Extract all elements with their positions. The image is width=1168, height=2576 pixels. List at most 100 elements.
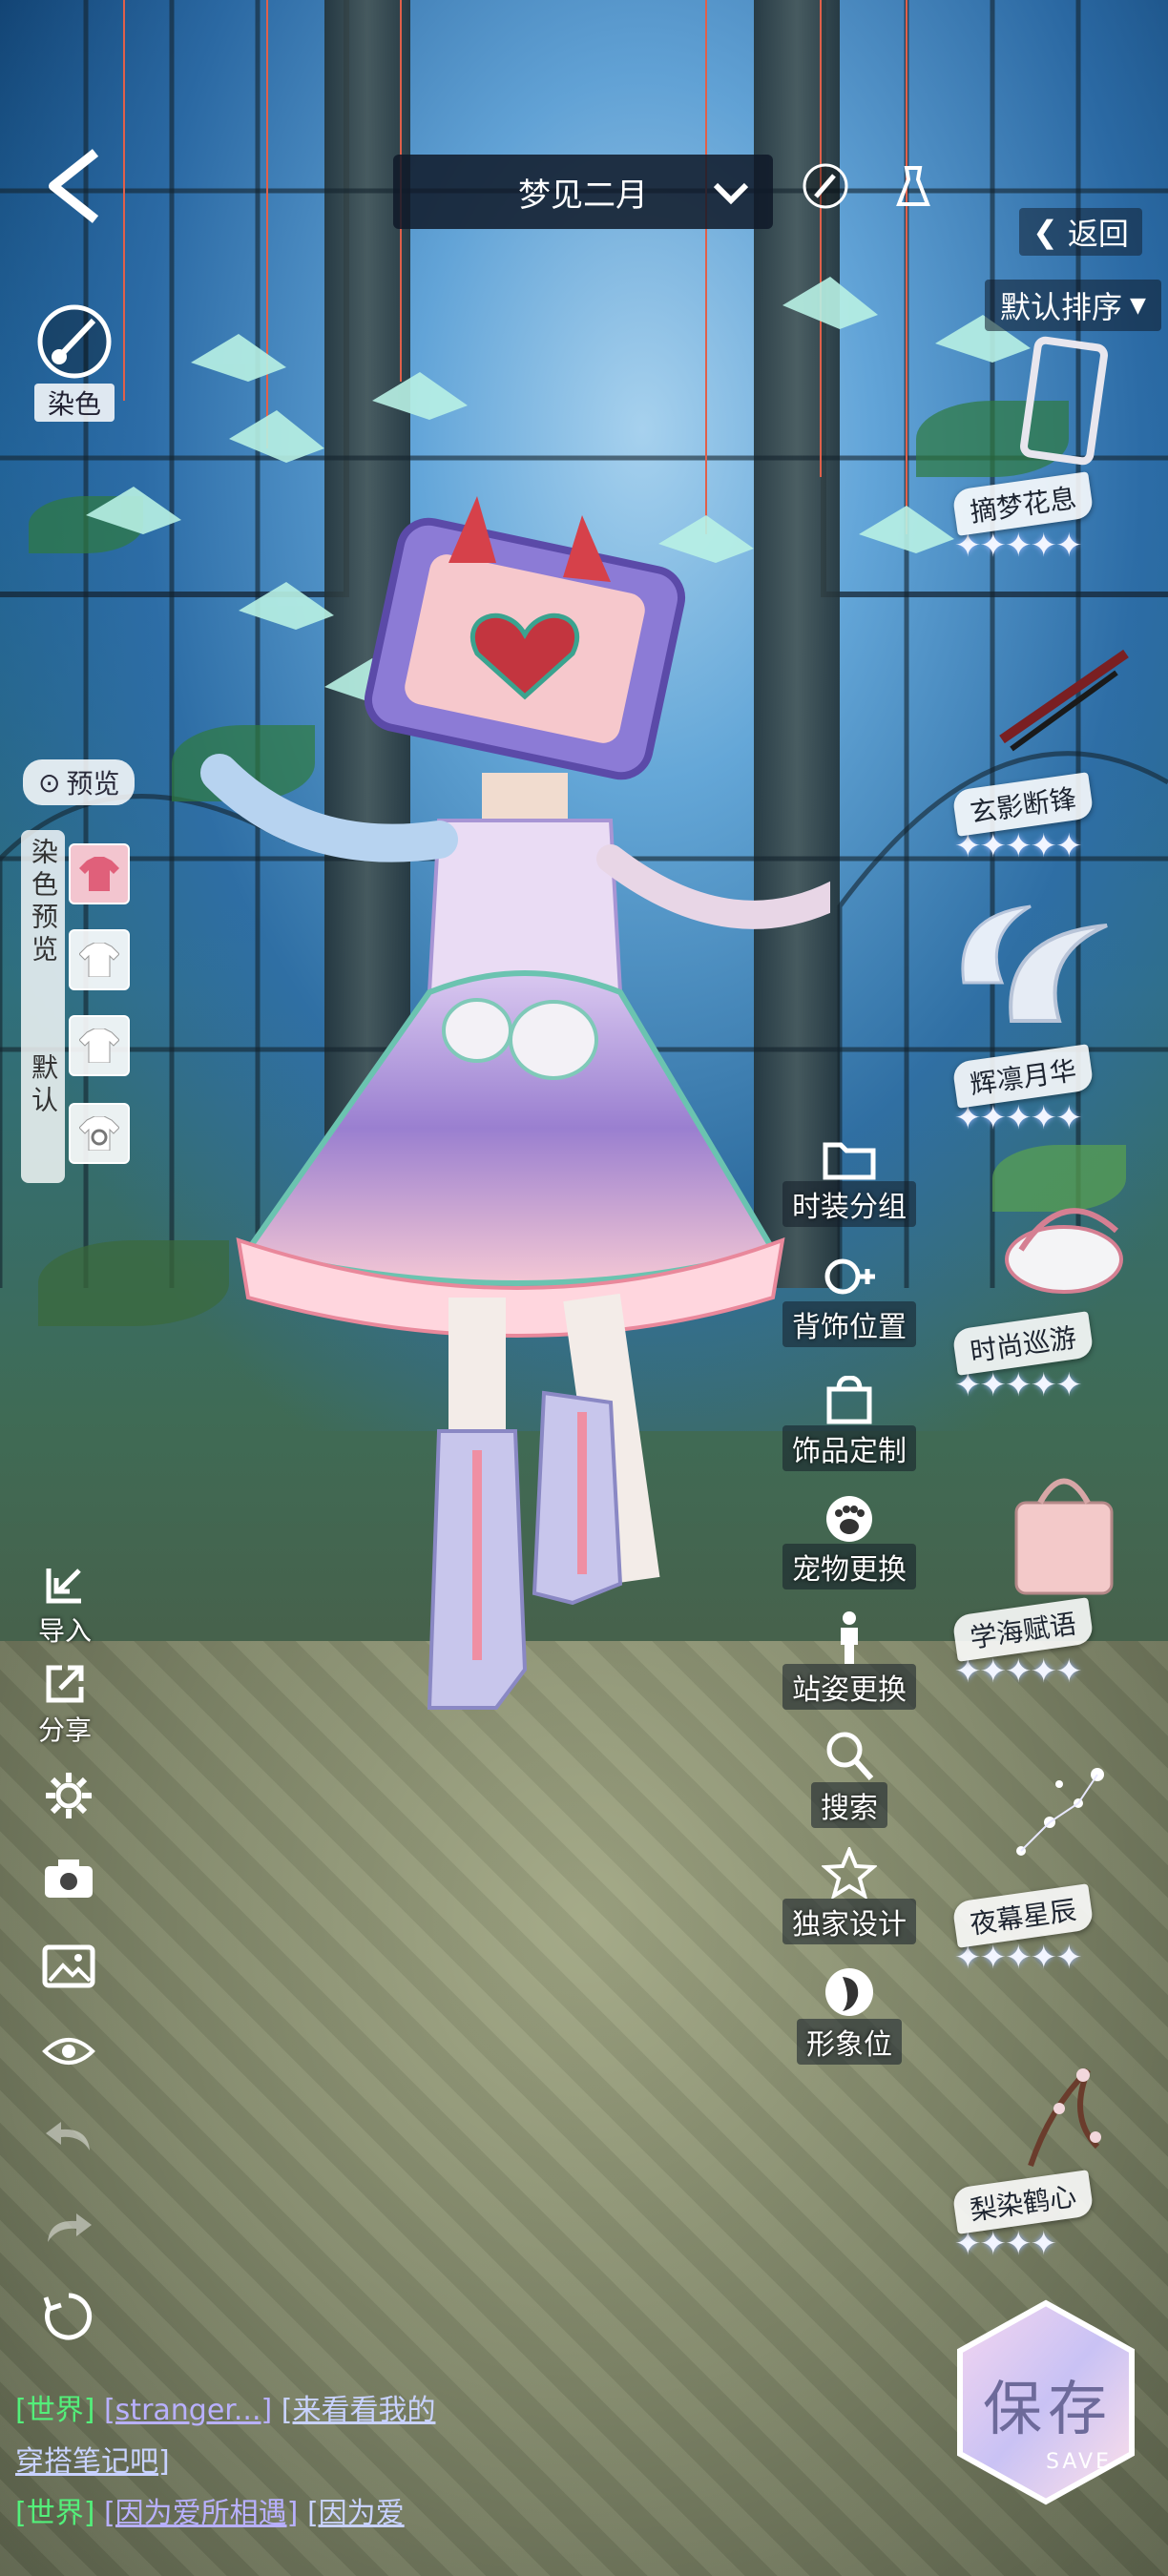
redo-icon xyxy=(48,2213,92,2242)
pencil-icon xyxy=(803,163,848,209)
item-card[interactable]: 辉凛月华 ✦✦✦✦✦ xyxy=(951,906,1155,1137)
menu-label: 时装分组 xyxy=(782,1181,916,1227)
shirt-icon xyxy=(79,943,119,977)
chat-message[interactable]: [世界] [因为爱所相遇] [因为爱 xyxy=(15,2488,496,2540)
dye-preview-label: 染色预览 xyxy=(28,838,59,967)
dress-icon xyxy=(896,166,930,206)
share-button[interactable]: 分享 xyxy=(38,1660,92,1748)
item-thumbnail xyxy=(1005,1208,1123,1294)
shirt-icon xyxy=(79,1028,119,1063)
chevron-left-icon: ❮ xyxy=(1032,214,1058,250)
item-thumbnail xyxy=(1016,1768,1104,1856)
dye-swatch-3[interactable] xyxy=(69,1015,130,1076)
chat-sender[interactable]: [stranger...] xyxy=(104,2394,272,2427)
item-card[interactable]: 玄影断锋 ✦✦✦✦✦ xyxy=(951,634,1155,865)
dye-preview-panel: 染色预览 默认 xyxy=(21,830,65,1183)
outfit-selector[interactable]: 梦见二月 xyxy=(393,155,773,229)
item-card[interactable]: 夜幕星辰 ✦✦✦✦✦ xyxy=(951,1746,1155,1977)
dye-reset-swatch[interactable] xyxy=(69,1103,130,1164)
preview-label: 预览 xyxy=(66,768,120,800)
item-thumbnail xyxy=(1014,1478,1114,1595)
menu-pet-change[interactable]: 宠物更换 xyxy=(773,1494,926,1589)
item-card[interactable]: 学海赋语 ✦✦✦✦✦ xyxy=(951,1460,1155,1691)
menu-pose-change[interactable]: 站姿更换 xyxy=(773,1610,926,1710)
outfit-button[interactable] xyxy=(889,162,937,210)
save-label: 保存 xyxy=(982,2374,1113,2443)
back-arrow-icon xyxy=(49,149,99,223)
menu-label: 独家设计 xyxy=(782,1899,916,1944)
pose-icon xyxy=(841,1611,858,1664)
chat-text[interactable]: 穿搭笔记吧] xyxy=(15,2445,170,2479)
gear-icon xyxy=(46,1773,92,1818)
item-rating: ✦✦✦✦ xyxy=(954,2225,1057,2263)
sort-dropdown[interactable]: 默认排序 ▼ xyxy=(985,280,1161,331)
item-thumbnail xyxy=(1028,2067,1101,2167)
chat-text[interactable]: [因为爱 xyxy=(307,2497,405,2530)
share-icon xyxy=(46,1665,84,1703)
outfit-name: 梦见二月 xyxy=(518,176,648,215)
edit-button[interactable] xyxy=(802,162,849,210)
image-icon xyxy=(42,1944,95,1988)
star-icon xyxy=(822,1847,877,1899)
back-arrow-button[interactable] xyxy=(36,143,113,229)
undo-button[interactable] xyxy=(42,2118,95,2156)
return-button[interactable]: ❮ 返回 xyxy=(1019,208,1142,256)
share-label: 分享 xyxy=(38,1714,93,1746)
camera-button[interactable] xyxy=(42,1857,95,1901)
chat-text[interactable]: [来看看我的 xyxy=(282,2394,436,2427)
item-card[interactable]: 时尚巡游 ✦✦✦✦✦ xyxy=(951,1174,1155,1404)
menu-exclusive-design[interactable]: 独家设计 xyxy=(773,1847,926,1944)
default-label: 默认 xyxy=(28,1053,59,1118)
item-thumbnail xyxy=(1020,336,1108,466)
chat-message-continued[interactable]: 穿搭笔记吧] xyxy=(15,2437,496,2488)
item-rating: ✦✦✦✦✦ xyxy=(954,1939,1082,1977)
eye-search-icon: ⊙ xyxy=(38,766,61,799)
eye-icon xyxy=(42,2038,95,2065)
preview-toggle[interactable]: ⊙ 预览 xyxy=(23,759,136,805)
palette-icon xyxy=(37,304,112,379)
menu-outfit-group[interactable]: 时装分组 xyxy=(773,1135,926,1227)
menu-label: 搜索 xyxy=(811,1782,887,1828)
import-button[interactable]: 导入 xyxy=(38,1561,92,1649)
reset-icon xyxy=(43,2293,93,2340)
portrait-icon xyxy=(825,1968,873,2016)
save-button[interactable]: 保存 SAVE xyxy=(950,2297,1141,2507)
item-rating: ✦✦✦✦✦ xyxy=(954,527,1082,565)
menu-label: 站姿更换 xyxy=(782,1664,916,1710)
settings-button[interactable] xyxy=(44,1771,94,1820)
dye-swatch-1[interactable] xyxy=(69,843,130,904)
dye-button[interactable]: 染色 xyxy=(34,301,115,422)
item-card[interactable]: 梨染鹤心 ✦✦✦✦ xyxy=(951,2032,1155,2263)
caret-down-icon: ▼ xyxy=(1130,293,1146,318)
reset-button[interactable] xyxy=(42,2290,95,2343)
paw-icon xyxy=(826,1496,872,1542)
menu-label: 饰品定制 xyxy=(782,1425,916,1471)
undo-icon xyxy=(46,2122,90,2150)
redo-button[interactable] xyxy=(42,2210,95,2248)
position-icon xyxy=(824,1258,875,1295)
menu-label: 形象位 xyxy=(797,2019,902,2065)
chat-sender[interactable]: [因为爱所相遇] xyxy=(104,2497,298,2530)
menu-back-position[interactable]: 背饰位置 xyxy=(773,1256,926,1347)
sort-label: 默认排序 xyxy=(1000,289,1123,325)
import-icon xyxy=(46,1568,81,1604)
menu-accessory-custom[interactable]: 饰品定制 xyxy=(773,1376,926,1471)
world-chat[interactable]: [世界] [stranger...] [来看看我的 穿搭笔记吧] [世界] [因… xyxy=(0,2385,496,2540)
menu-portrait-slot[interactable]: 形象位 xyxy=(773,1965,926,2065)
gallery-button[interactable] xyxy=(42,1944,95,1988)
chat-message[interactable]: [世界] [stranger...] [来看看我的 xyxy=(15,2385,496,2437)
item-rating: ✦✦✦✦✦ xyxy=(954,1099,1082,1137)
menu-label: 宠物更换 xyxy=(782,1544,916,1589)
dye-swatch-2[interactable] xyxy=(69,929,130,990)
item-rating: ✦✦✦✦✦ xyxy=(954,1652,1082,1691)
menu-search[interactable]: 搜索 xyxy=(773,1729,926,1828)
return-label: 返回 xyxy=(1067,216,1129,252)
shirt-icon xyxy=(79,857,119,891)
item-rating: ✦✦✦✦✦ xyxy=(954,827,1082,865)
accessory-icon xyxy=(826,1376,872,1424)
item-card[interactable]: 摘梦花息 ✦✦✦✦✦ xyxy=(951,334,1155,565)
character-model xyxy=(200,496,830,1710)
folder-icon xyxy=(823,1142,876,1180)
search-icon xyxy=(826,1732,874,1780)
hide-ui-button[interactable] xyxy=(42,2032,95,2070)
